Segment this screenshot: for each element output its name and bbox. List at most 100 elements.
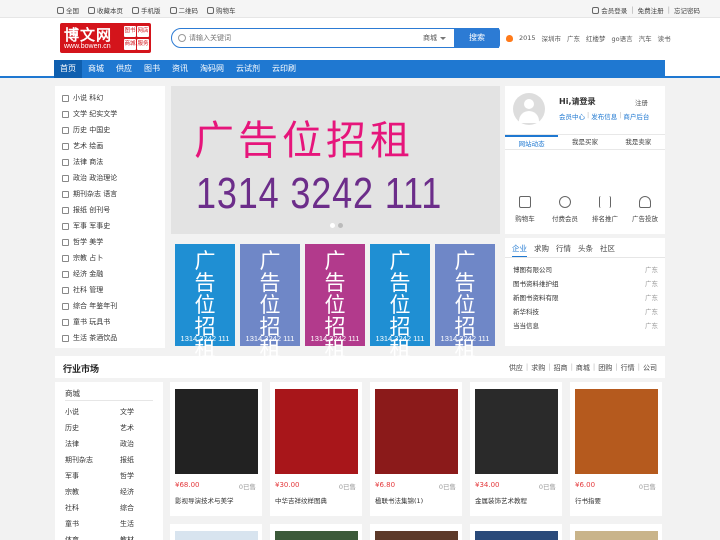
register-link[interactable]: 注册 — [635, 97, 648, 107]
market-category[interactable]: 教材 — [120, 535, 134, 540]
category-item[interactable]: 报纸 创刊号 — [62, 205, 110, 215]
category-item[interactable]: 艺术 绘画 — [62, 141, 103, 151]
product-image[interactable] — [575, 531, 658, 540]
list-item[interactable]: 当当信息 广东 — [513, 320, 658, 330]
shortcut-vip[interactable]: 付费会员 — [545, 196, 585, 223]
filter-link[interactable]: 商城 — [576, 363, 590, 373]
search-scope-select[interactable]: 商城 — [423, 33, 446, 43]
nav-home[interactable]: 首页 — [54, 60, 82, 78]
product-card[interactable]: ¥68.00 0已售 影视导演技术与美学 — [170, 382, 262, 516]
category-item[interactable]: 综合 年鉴年刊 — [62, 301, 117, 311]
category-item[interactable]: 小说 科幻 — [62, 93, 103, 103]
nav-supply[interactable]: 供应 — [110, 60, 138, 78]
member-center-link[interactable]: 会员中心 — [559, 111, 585, 121]
product-image[interactable] — [575, 389, 658, 474]
category-item[interactable]: 经济 金融 — [62, 269, 103, 279]
product-image[interactable] — [375, 389, 458, 474]
ad-tile[interactable]: 广告位招租 1314 3242 111 — [305, 244, 365, 360]
market-category[interactable]: 政治 — [120, 439, 134, 449]
product-card[interactable] — [170, 524, 262, 540]
nav-reagent[interactable]: 云试剂 — [230, 60, 266, 78]
cart-link[interactable]: 购物车 — [207, 5, 236, 15]
tab-seller[interactable]: 我是卖家 — [612, 135, 665, 149]
merchant-admin-link[interactable]: 商户后台 — [623, 111, 649, 121]
product-card[interactable] — [270, 524, 362, 540]
ad-banner[interactable]: 广告位招租 1314 3242 111 — [171, 86, 500, 234]
ad-tile[interactable]: 广告位招租 1314 3242 111 — [370, 244, 430, 360]
product-card[interactable]: ¥6.00 0已售 行书指要 — [570, 382, 662, 516]
product-image[interactable] — [175, 389, 258, 474]
carousel-dot[interactable] — [338, 223, 343, 228]
forgot-password-link[interactable]: 忘记密码 — [674, 5, 700, 15]
market-category[interactable]: 历史 — [65, 423, 79, 433]
mobile-link[interactable]: 手机版 — [132, 5, 161, 15]
market-category[interactable]: 经济 — [120, 487, 134, 497]
market-category[interactable]: 艺术 — [120, 423, 134, 433]
category-item[interactable]: 军事 军事史 — [62, 221, 110, 231]
product-card[interactable]: ¥30.00 0已售 中华吉祥纹样图典 — [270, 382, 362, 516]
category-item[interactable]: 文学 纪实文学 — [62, 109, 117, 119]
hot-keyword[interactable]: go语言 — [612, 33, 633, 43]
nav-mall[interactable]: 商城 — [82, 60, 110, 78]
market-category[interactable]: 文学 — [120, 407, 134, 417]
tab-community[interactable]: 社区 — [600, 243, 615, 257]
list-item[interactable]: 博图有限公司 广东 — [513, 264, 658, 274]
hot-keyword[interactable]: 深圳市 — [542, 33, 562, 43]
list-item[interactable]: 新华科技 广东 — [513, 306, 658, 316]
search-input[interactable] — [189, 32, 389, 44]
product-card[interactable] — [470, 524, 562, 540]
avatar[interactable] — [513, 93, 545, 125]
category-item[interactable]: 法律 商法 — [62, 157, 103, 167]
nav-printing[interactable]: 云印刷 — [266, 60, 302, 78]
login-prompt[interactable]: Hi,请登录 — [559, 96, 595, 107]
tab-headlines[interactable]: 头条 — [578, 243, 593, 257]
category-item[interactable]: 童书 玩具书 — [62, 317, 110, 327]
tab-quotes[interactable]: 行情 — [556, 243, 571, 257]
carousel-dot[interactable] — [330, 223, 335, 228]
ad-tile[interactable]: 广告位招租 1314 3242 111 — [435, 244, 495, 360]
list-item[interactable]: 图书资料维护组 广东 — [513, 278, 658, 288]
market-category[interactable]: 综合 — [120, 503, 134, 513]
list-item[interactable]: 新图书资料有限 广东 — [513, 292, 658, 302]
category-item[interactable]: 历史 中国史 — [62, 125, 110, 135]
location-link[interactable]: 全国 — [57, 5, 79, 15]
login-link[interactable]: 会员登录 — [592, 5, 627, 15]
market-category[interactable]: 宗教 — [65, 487, 79, 497]
product-image[interactable] — [275, 389, 358, 474]
product-card[interactable] — [570, 524, 662, 540]
tab-site-news[interactable]: 网站动态 — [505, 135, 559, 149]
product-image[interactable] — [275, 531, 358, 540]
product-image[interactable] — [375, 531, 458, 540]
market-category[interactable]: 期刊杂志 — [65, 455, 93, 465]
filter-link[interactable]: 团购 — [598, 363, 612, 373]
category-item[interactable]: 宗教 占卜 — [62, 253, 103, 263]
market-category[interactable]: 法律 — [65, 439, 79, 449]
ad-tile[interactable]: 广告位招租 1314 3242 111 — [240, 244, 300, 360]
hot-keyword[interactable]: 读书 — [658, 33, 671, 43]
register-link[interactable]: 免费注册 — [638, 5, 664, 15]
market-category[interactable]: 军事 — [65, 471, 79, 481]
post-info-link[interactable]: 发布信息 — [591, 111, 617, 121]
shortcut-rank[interactable]: 排名推广 — [585, 196, 625, 223]
market-category[interactable]: 小说 — [65, 407, 79, 417]
nav-books[interactable]: 图书 — [138, 60, 166, 78]
qrcode-link[interactable]: 二维码 — [169, 5, 198, 15]
market-category[interactable]: 社科 — [65, 503, 79, 513]
search-button[interactable]: 搜索 — [454, 28, 500, 48]
filter-link[interactable]: 招商 — [554, 363, 568, 373]
product-card[interactable]: ¥6.80 0已售 楹联书法集锦(1) — [370, 382, 462, 516]
filter-link[interactable]: 供应 — [509, 363, 523, 373]
market-category[interactable]: 生活 — [120, 519, 134, 529]
market-category[interactable]: 体育 — [65, 535, 79, 540]
hot-keyword[interactable]: 2015 — [519, 34, 536, 42]
product-image[interactable] — [475, 389, 558, 474]
shortcut-ad[interactable]: 广告投放 — [625, 196, 665, 223]
tab-company[interactable]: 企业 — [512, 243, 527, 257]
product-image[interactable] — [175, 531, 258, 540]
market-category[interactable]: 童书 — [65, 519, 79, 529]
tab-buy[interactable]: 求购 — [534, 243, 549, 257]
nav-taoma[interactable]: 淘码网 — [194, 60, 230, 78]
ad-tile[interactable]: 广告位招租 1314 3242 111 — [175, 244, 235, 360]
category-item[interactable]: 社科 管理 — [62, 285, 103, 295]
hot-keyword[interactable]: 广东 — [567, 33, 580, 43]
